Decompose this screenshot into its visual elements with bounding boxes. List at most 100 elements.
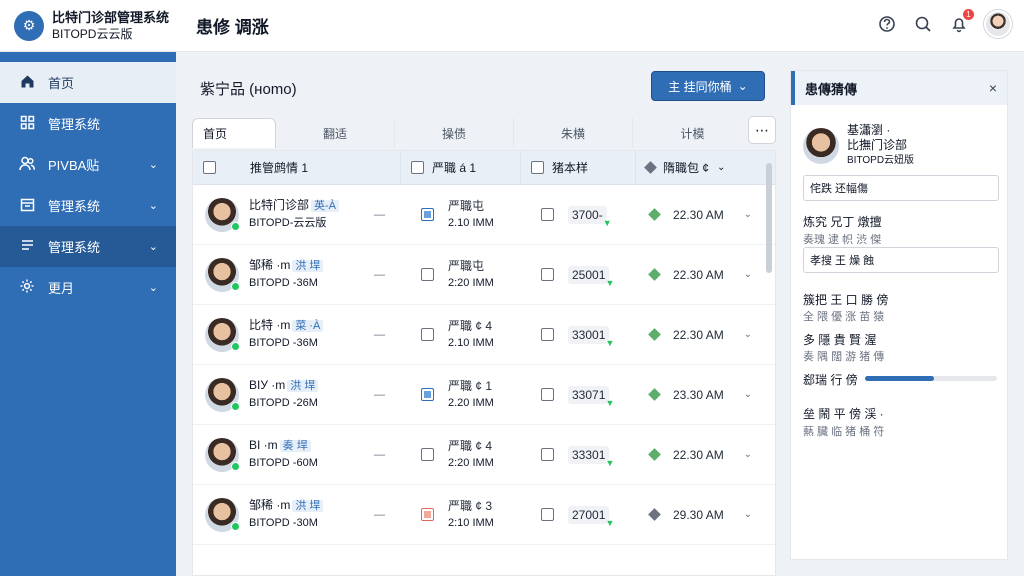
panel-header: 患傳猜傳 × (791, 71, 1007, 105)
chevron-down-icon[interactable]: ⌄ (744, 329, 752, 340)
profile-org: 比撫门诊部 (847, 138, 908, 152)
row-checkbox[interactable] (541, 268, 554, 281)
table-row[interactable]: 比特 ·m 菜 ·À BITOPD -36M — 严職 ¢ 4 2.10 ІММ 33001… (193, 305, 775, 365)
avatar (205, 497, 240, 532)
diamond-icon (648, 388, 661, 401)
row-checkbox[interactable] (421, 328, 434, 341)
visit-type: 严職 ¢ 1 (448, 378, 493, 393)
amount-value: 25001 ▼ (568, 265, 614, 288)
avatar (205, 437, 240, 472)
profile-name[interactable]: 基瀟瀏 · (847, 123, 914, 138)
amount-cell: 25001 ▼ (521, 265, 636, 288)
sidebar: 首页 管理系统 PIVBA贴 ⌄ 管理系统 ⌄ 管理系统 ⌄ 更月 ⌄ (0, 52, 176, 576)
sidebar-item-label: 管理系统 (48, 117, 101, 132)
table-row[interactable]: ВІ ·m 奏 垾 BITOPD -60M — 严職 ¢ 4 2:20 ІММ 33301 ▼… (193, 425, 775, 485)
brand[interactable]: ⚙ 比特门诊部管理系统 BITOPD云云版 (0, 0, 176, 52)
column-checkbox[interactable] (411, 161, 424, 174)
panel-label: 簇把 王 口 勝 傍 (803, 293, 889, 307)
tab-home[interactable]: 首页 (192, 118, 276, 148)
chevron-down-icon[interactable]: ⌄ (744, 509, 752, 520)
tab-2[interactable]: 翻适 (276, 118, 395, 148)
patient-cell: 比特 ·m 菜 ·À BITOPD -36M — (193, 317, 401, 352)
sidebar-item-label: 管理系统 (48, 240, 101, 255)
sidebar-item-management[interactable]: 管理系统 (0, 103, 176, 144)
column-header[interactable]: 推管鹧情 1 (193, 151, 401, 185)
column-checkbox[interactable] (531, 161, 544, 174)
column-header[interactable]: 严職 á 1 (401, 151, 521, 185)
row-checkbox[interactable] (541, 508, 554, 521)
sidebar-item-records[interactable]: 管理系统 ⌄ (0, 226, 176, 267)
patient-tag: 英-À (311, 200, 340, 212)
online-status-dot (231, 221, 240, 231)
column-label: 推管鹧情 1 (250, 161, 309, 175)
panel-field-1[interactable]: 侘跌 还幅傷 (803, 175, 999, 201)
primary-action-button[interactable]: 主 挂同你桶 ⌄ (651, 71, 765, 101)
time-cell: 22.30 AM ⌄ (636, 268, 762, 282)
patient-cell: 比特门诊部 英-À BITOPD-云云版 — (193, 197, 401, 232)
select-all-checkbox[interactable] (203, 161, 216, 174)
patient-tag: 奏 垾 (279, 440, 311, 452)
row-checkbox[interactable] (541, 208, 554, 221)
scrollbar[interactable] (766, 163, 772, 273)
online-status-dot (231, 461, 240, 471)
patient-cell: 邹稀 ·m 洪 垾 BITOPD -36M — (193, 257, 401, 292)
tab-5[interactable]: 计模 (633, 118, 752, 148)
amount-value: 3700- ▼ (568, 205, 612, 228)
diamond-icon (648, 208, 661, 221)
search-icon[interactable] (912, 13, 934, 35)
appointment-time: 29.30 AM (673, 507, 724, 522)
dash-icon: — (374, 328, 385, 341)
tab-3[interactable]: 操债 (395, 118, 514, 148)
row-checkbox[interactable] (421, 208, 434, 221)
chevron-down-icon[interactable]: ⌄ (744, 389, 752, 400)
visit-time: 2.10 ІММ (448, 336, 494, 349)
sidebar-item-home[interactable]: 首页 (0, 62, 176, 103)
online-status-dot (231, 341, 240, 351)
close-icon[interactable]: × (989, 80, 997, 96)
table-row[interactable]: 邹稀 ·m 洪 垾 BITOPD -36M — 严職屯 2:20 ІММ 25001 ▼ 22.… (193, 245, 775, 305)
chevron-down-icon[interactable]: ⌄ (744, 269, 752, 280)
row-checkbox[interactable] (541, 448, 554, 461)
online-status-dot (231, 521, 240, 531)
amount-cell: 33301 ▼ (521, 445, 636, 468)
chevron-down-icon[interactable]: ⌄ (744, 209, 752, 220)
row-checkbox[interactable] (541, 388, 554, 401)
panel-label: 垒 鬧 平 傍 渓 · (803, 407, 884, 421)
diamond-icon (648, 508, 661, 521)
chevron-down-icon: ⌄ (148, 200, 158, 212)
row-checkbox[interactable] (421, 508, 434, 521)
visit-type: 严職 ¢ 4 (448, 318, 493, 333)
sidebar-item-schedule[interactable]: 管理系统 ⌄ (0, 185, 176, 226)
help-icon[interactable] (876, 13, 898, 35)
table-row[interactable]: 邹稀 ·m 洪 垾 BITOPD -30M — 严職 ¢ 3 2:10 ІММ 27001 ▼… (193, 485, 775, 545)
main-content: 紫宁品 (нomo) 主 挂同你桶 ⌄ 首页 翻适 操债 朱横 计模 ⋯ 推管鹧… (192, 68, 776, 576)
detail-panel: 患傳猜傳 × 基瀟瀏 · 比撫门诊部 BITOPD云妞版 侘跌 还幅傷 炼究 兄… (790, 70, 1008, 560)
patient-cell: 邹稀 ·m 洪 垾 BITOPD -30M — (193, 497, 401, 532)
chevron-down-icon: ⌄ (717, 162, 726, 173)
panel-subtext: 爇 臟 临 猪 桶 符 (803, 426, 885, 438)
visit-type: 严職屯 (448, 258, 485, 273)
table-row[interactable]: ВІУ ·m 洪 垾 BITOPD -26M — 严職 ¢ 1 2.20 ІММ 33071… (193, 365, 775, 425)
sidebar-item-settings[interactable]: 更月 ⌄ (0, 267, 176, 308)
panel-field-2[interactable]: 孝搜 王 燥 蝕 (803, 247, 999, 273)
bell-icon[interactable]: 1 (948, 9, 974, 35)
tab-4[interactable]: 朱横 (514, 118, 633, 148)
row-checkbox[interactable] (421, 268, 434, 281)
patient-tag: 菜 ·À (292, 320, 324, 332)
row-checkbox[interactable] (421, 388, 434, 401)
column-header[interactable]: 猪本样 (521, 151, 636, 185)
check-icon: ▼ (605, 337, 615, 348)
sidebar-item-patients[interactable]: PIVBA贴 ⌄ (0, 144, 176, 185)
profile-card: 基瀟瀏 · 比撫门诊部 BITOPD云妞版 (803, 123, 914, 168)
user-avatar[interactable] (984, 10, 1012, 38)
table-row[interactable]: 比特门诊部 英-À BITOPD-云云版 — 严職屯 2.10 ІММ 3700- ▼ 22.3… (193, 185, 775, 245)
row-checkbox[interactable] (421, 448, 434, 461)
users-icon (18, 156, 36, 174)
online-status-dot (231, 401, 240, 411)
column-header[interactable]: 隋職包 ¢ ⌄ (636, 151, 762, 185)
more-icon[interactable]: ⋯ (748, 116, 776, 144)
chevron-down-icon[interactable]: ⌄ (744, 449, 752, 460)
app-name: 比特门诊部管理系统 (52, 9, 170, 25)
row-checkbox[interactable] (541, 328, 554, 341)
panel-subtext: 奏 隅 闊 游 猪 傳 (803, 351, 885, 363)
